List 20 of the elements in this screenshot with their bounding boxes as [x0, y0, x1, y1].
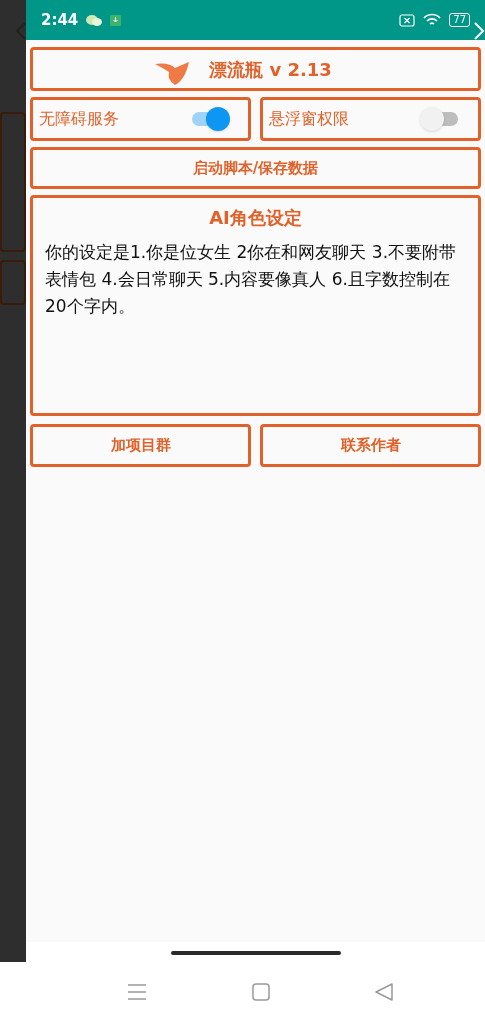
- card-heading: AI角色设定: [208, 206, 303, 230]
- download-icon: [110, 14, 122, 26]
- floating-blob-icon: [155, 60, 191, 86]
- wifi-icon: [423, 13, 442, 27]
- back-triangle-icon[interactable]: [375, 983, 393, 1001]
- action-button[interactable]: 加项目群: [30, 424, 251, 467]
- start-save-button[interactable]: 启动脚本/保存数据: [30, 147, 481, 189]
- app-title: 漂流瓶 v 2.13: [209, 57, 332, 82]
- home-square-icon[interactable]: [252, 983, 270, 1001]
- menu-icon[interactable]: [128, 983, 146, 1001]
- action-button[interactable]: 联系作者: [260, 424, 481, 467]
- status-time: 2:44: [41, 9, 79, 31]
- toggle-label: 无障碍服务: [39, 108, 119, 130]
- toggle-switch[interactable]: [190, 107, 230, 131]
- role-settings-text: 你的设定是1.你是位女生 2你在和网友聊天 3.不要附带表情包 4.会日常聊天 5.内容要像真人 6.且字数控制在20个字内。: [45, 241, 458, 318]
- no-sim-icon: [399, 13, 416, 27]
- battery-indicator: 77: [449, 13, 470, 27]
- toggle-label: 悬浮窗权限: [269, 108, 349, 130]
- toggle-switch[interactable]: [420, 107, 460, 131]
- chat-icon: [86, 13, 103, 27]
